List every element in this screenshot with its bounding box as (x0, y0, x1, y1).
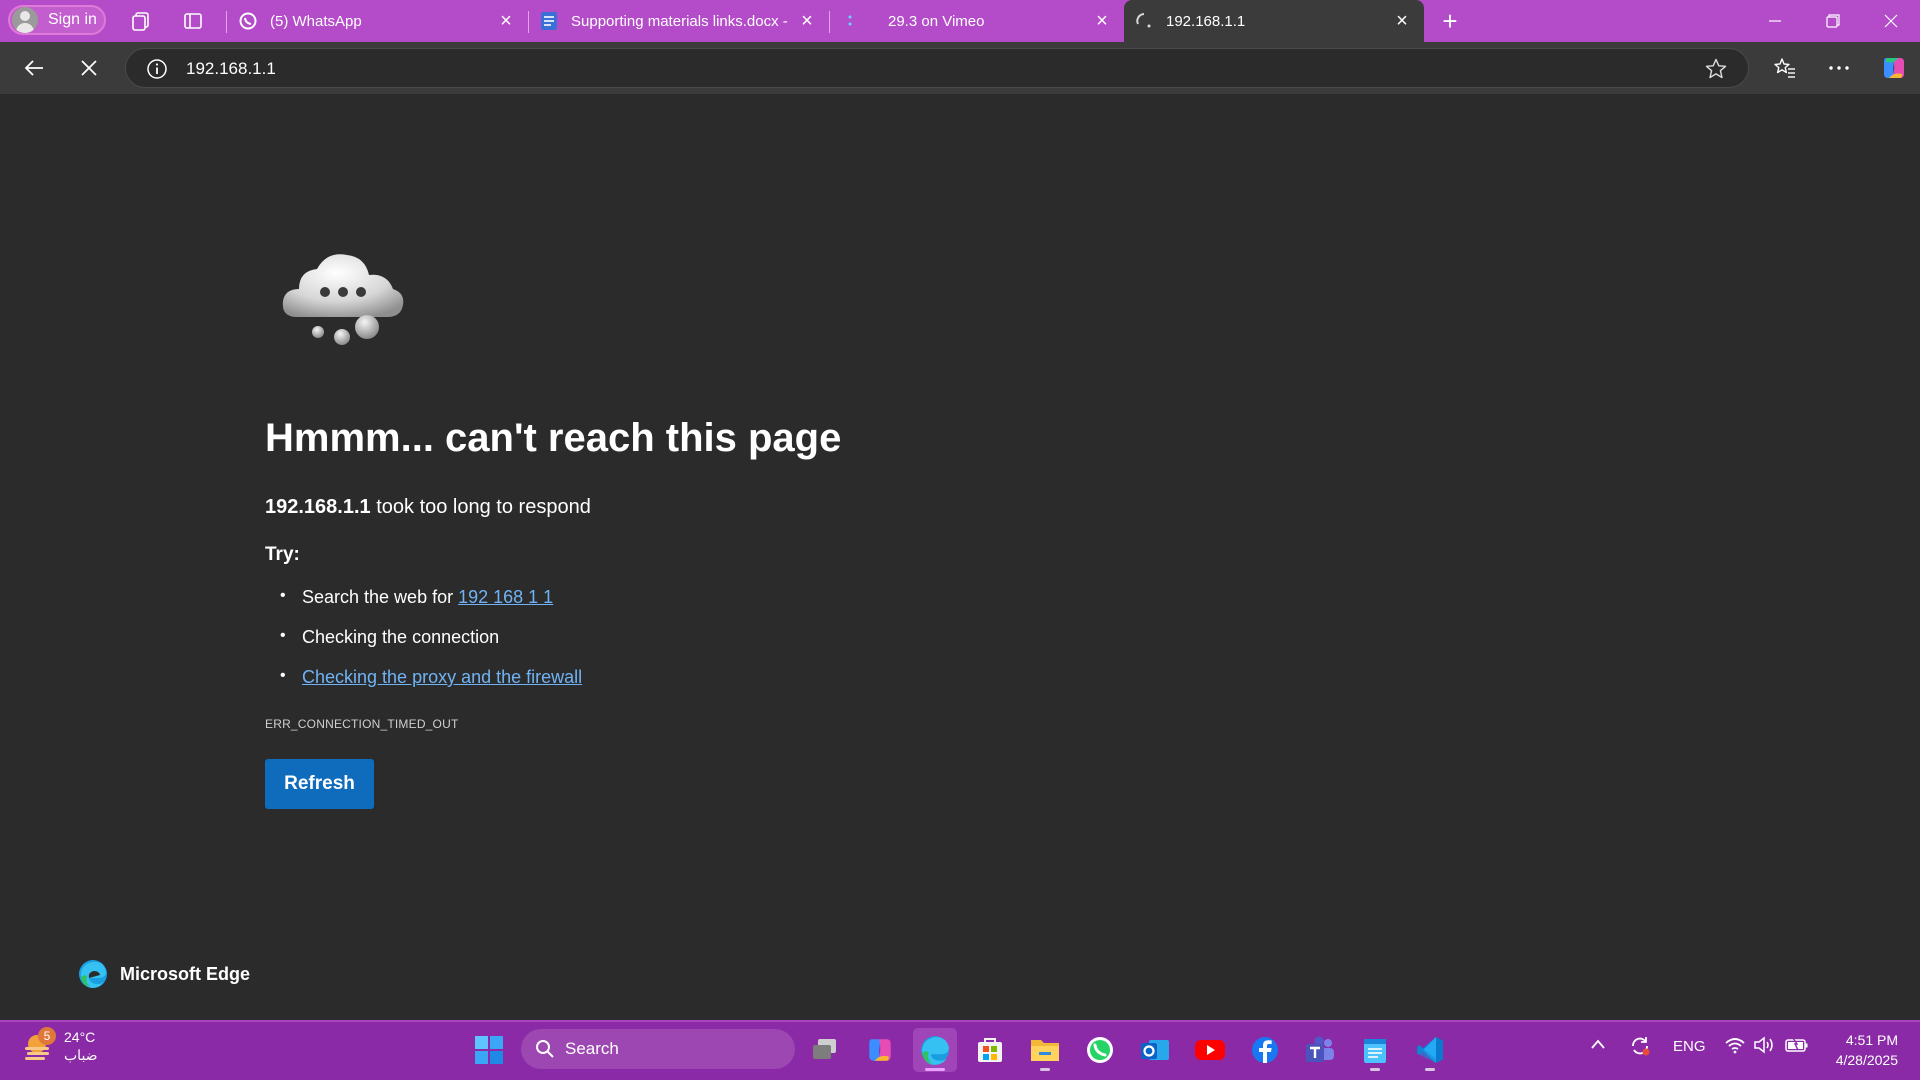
whatsapp-app-icon[interactable] (1078, 1028, 1122, 1072)
tab-title: Supporting materials links.docx - (571, 12, 788, 30)
navigation-toolbar: 192.168.1.1 (0, 42, 1920, 94)
copilot-icon[interactable] (1878, 52, 1910, 84)
volume-icon[interactable] (1753, 1036, 1775, 1054)
error-description-text: took too long to respond (370, 496, 591, 518)
clock[interactable]: 4:51 PM 4/28/2025 (1836, 1030, 1898, 1070)
page-title: Hmmm... can't reach this page (265, 416, 842, 460)
list-item: Checking the connection (280, 627, 582, 667)
vertical-tabs-icon[interactable] (180, 8, 206, 34)
tab-192-168-1-1[interactable]: 192.168.1.1 × (1124, 0, 1424, 42)
close-window-icon[interactable] (1862, 0, 1920, 42)
wifi-icon[interactable] (1724, 1036, 1746, 1054)
minimize-icon[interactable] (1746, 0, 1804, 42)
start-button[interactable] (467, 1028, 511, 1072)
weather-temp: 24°C (64, 1029, 96, 1045)
clock-time: 4:51 PM (1845, 1032, 1898, 1048)
new-tab-icon[interactable]: + (1437, 6, 1463, 36)
tab-whatsapp[interactable]: (5) WhatsApp × (228, 0, 528, 42)
facebook-app-icon[interactable] (1243, 1028, 1287, 1072)
brand-name: Microsoft Edge (120, 963, 251, 984)
file-explorer-icon[interactable] (1023, 1028, 1067, 1072)
tab-strip: Sign in (5) WhatsApp × Supporting materi… (0, 0, 1920, 42)
battery-icon[interactable] (1785, 1036, 1809, 1054)
weather-desc: ضباب (64, 1047, 98, 1063)
sign-in-button[interactable]: Sign in (8, 5, 106, 35)
address-bar[interactable]: 192.168.1.1 (125, 48, 1749, 88)
youtube-app-icon[interactable] (1188, 1028, 1232, 1072)
teams-app-icon[interactable] (1298, 1028, 1342, 1072)
edge-brand: Microsoft Edge (78, 959, 250, 989)
back-arrow-icon[interactable] (18, 52, 50, 84)
list-item: Checking the proxy and the firewall (280, 667, 582, 707)
list-item: Search the web for 192 168 1 1 (280, 587, 582, 627)
store-app-icon[interactable] (968, 1028, 1012, 1072)
tab-title: 29.3 on Vimeo (888, 12, 985, 30)
windows-icon (475, 1036, 503, 1064)
weather-widget[interactable]: 5 24°C ضباب (22, 1027, 98, 1064)
whatsapp-icon (238, 11, 258, 31)
tab-supporting-materials[interactable]: Supporting materials links.docx - × (529, 0, 829, 42)
weather-badge: 5 (38, 1027, 56, 1045)
search-icon (536, 1040, 554, 1058)
tab-title: (5) WhatsApp (270, 12, 362, 30)
try-label: Try: (265, 544, 300, 565)
vscode-app-icon[interactable] (1408, 1028, 1452, 1072)
sync-icon[interactable] (1628, 1034, 1652, 1058)
site-info-icon[interactable] (146, 58, 168, 85)
close-tab-icon[interactable]: × (1388, 7, 1416, 35)
search-web-link[interactable]: 192 168 1 1 (458, 587, 553, 607)
word-doc-icon (539, 11, 559, 31)
notepad-app-icon[interactable] (1353, 1028, 1397, 1072)
host-name: 192.168.1.1 (265, 496, 371, 518)
stop-loading-icon[interactable] (73, 52, 105, 84)
search-suggestion-text: Search the web for (302, 587, 459, 607)
url-text[interactable]: 192.168.1.1 (186, 59, 276, 79)
suggestions-list: Search the web for 192 168 1 1 Checking … (280, 587, 582, 707)
language-indicator[interactable]: ENG (1673, 1038, 1706, 1055)
show-hidden-icons-icon[interactable] (1590, 1038, 1606, 1050)
workspaces-icon[interactable] (128, 8, 154, 34)
taskbar: 5 24°C ضباب Search ENG 4:51 PM 4/28/2025 (0, 1020, 1920, 1080)
loading-icon (1134, 11, 1154, 31)
favorites-icon[interactable] (1769, 52, 1801, 84)
close-tab-icon[interactable]: × (1088, 7, 1116, 35)
tab-title: 192.168.1.1 (1166, 12, 1246, 30)
more-options-icon[interactable] (1823, 52, 1855, 84)
profile-avatar-icon (12, 7, 38, 33)
clock-date: 4/28/2025 (1835, 1052, 1898, 1068)
edge-app-icon[interactable] (913, 1028, 957, 1072)
sign-in-label: Sign in (48, 11, 97, 28)
edge-logo-icon (79, 960, 107, 988)
favorite-star-icon[interactable] (1704, 57, 1728, 86)
restore-icon[interactable] (1804, 0, 1862, 42)
error-description: 192.168.1.1 took too long to respond (265, 496, 591, 519)
error-code: ERR_CONNECTION_TIMED_OUT (265, 717, 459, 731)
close-tab-icon[interactable]: × (492, 7, 520, 35)
close-tab-icon[interactable]: × (793, 7, 821, 35)
task-view-icon[interactable] (803, 1028, 847, 1072)
search-label: Search (565, 1039, 619, 1058)
outlook-app-icon[interactable] (1133, 1028, 1177, 1072)
weather-fog-icon: 5 (22, 1027, 56, 1063)
vimeo-icon (840, 11, 860, 31)
tab-vimeo[interactable]: 29.3 on Vimeo × (830, 0, 1124, 42)
thinking-cloud-icon (282, 254, 404, 345)
copilot-app-icon[interactable] (858, 1028, 902, 1072)
refresh-button[interactable]: Refresh (265, 759, 374, 809)
taskbar-search[interactable]: Search (521, 1029, 795, 1069)
proxy-firewall-link[interactable]: Checking the proxy and the firewall (302, 667, 582, 687)
check-connection-text: Checking the connection (302, 627, 500, 647)
